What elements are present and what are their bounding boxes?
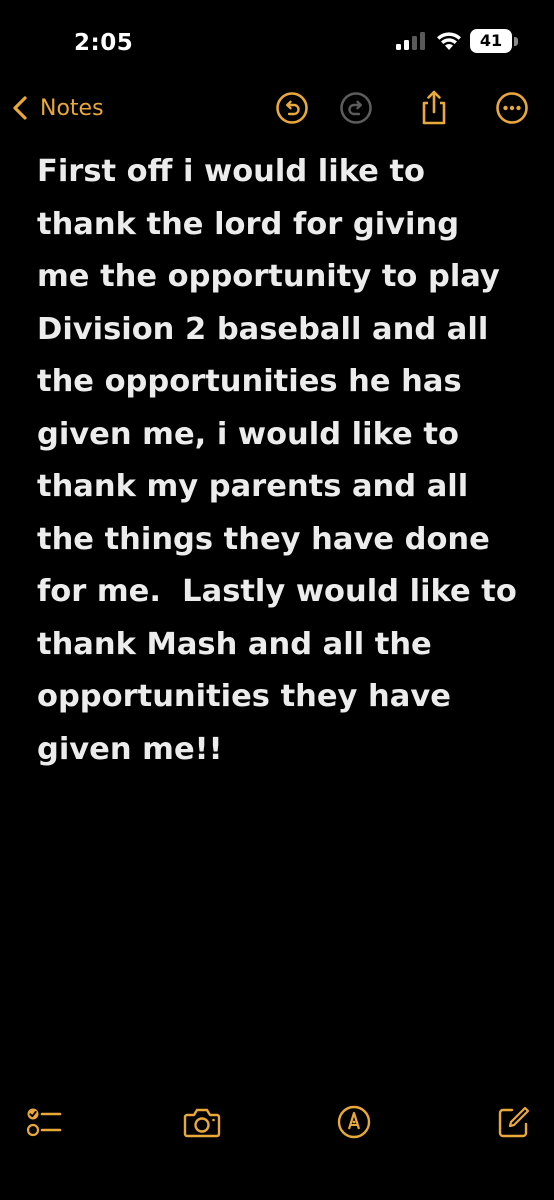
nav-bar: Notes [0,86,554,132]
share-icon [422,90,446,125]
share-button[interactable] [416,90,452,126]
redo-icon [340,92,372,124]
bottom-toolbar [0,1096,554,1146]
markup-button[interactable] [334,1102,374,1142]
cellular-signal-icon [396,32,425,50]
wifi-icon [437,32,461,50]
markup-icon [337,1105,371,1139]
more-button[interactable] [494,90,530,126]
battery-level: 41 [470,29,512,53]
status-time: 2:05 [74,30,134,56]
chevron-left-icon [13,96,27,120]
battery-indicator: 41 [470,29,520,53]
undo-button[interactable] [274,90,310,126]
more-icon [496,92,528,124]
undo-icon [276,92,308,124]
checklist-button[interactable] [24,1102,64,1142]
compose-icon [498,1106,530,1138]
redo-button[interactable] [338,90,374,126]
battery-cap [514,37,518,46]
camera-button[interactable] [182,1102,222,1142]
back-button[interactable]: Notes [10,88,104,128]
checklist-icon [26,1108,62,1137]
back-label: Notes [40,95,104,121]
status-bar: 2:05 41 [0,0,554,86]
compose-button[interactable] [494,1102,534,1142]
note-text[interactable]: First off i would like to thank the lord… [37,146,517,776]
camera-icon [183,1108,221,1138]
